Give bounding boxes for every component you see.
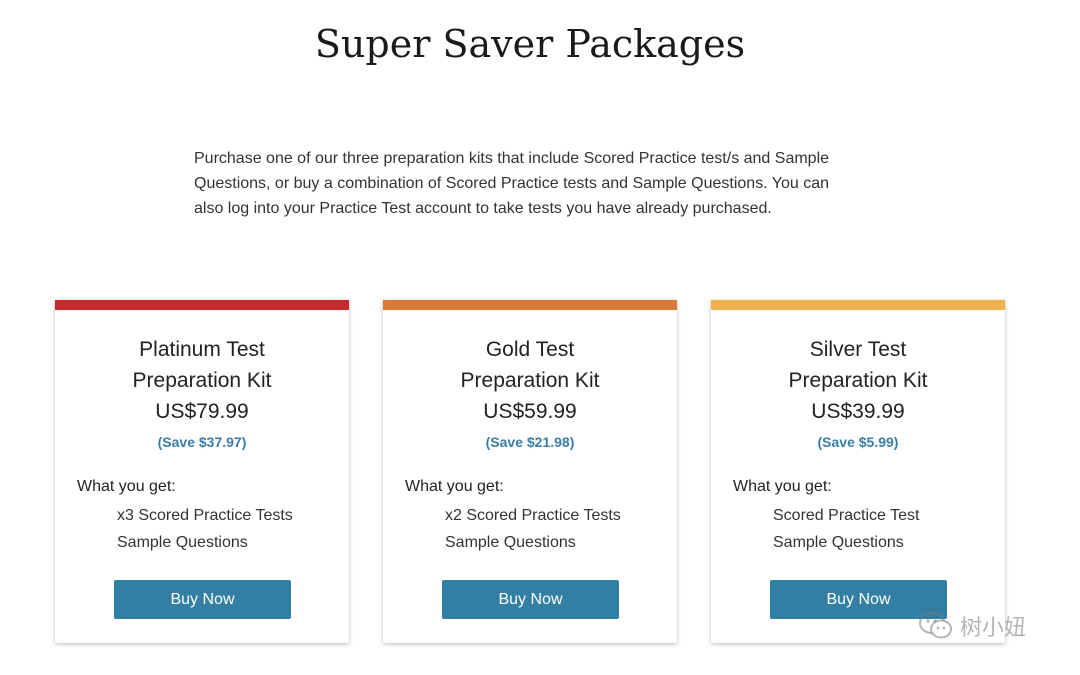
feature-item: x2 Scored Practice Tests xyxy=(445,507,621,524)
feature-item: Sample Questions xyxy=(445,534,576,551)
card-title-line2: Preparation Kit xyxy=(788,369,928,392)
page-title: Super Saver Packages xyxy=(314,22,746,66)
card-accent-bar xyxy=(55,300,349,310)
features-list: Scored Practice Test Sample Questions xyxy=(773,502,1005,556)
package-card-gold: Gold Test Preparation Kit US$59.99 (Save… xyxy=(383,300,677,643)
card-title-line2: Preparation Kit xyxy=(460,369,600,392)
feature-item: x3 Scored Practice Tests xyxy=(117,507,293,524)
card-price: US$59.99 xyxy=(483,400,577,423)
package-card-platinum: Platinum Test Preparation Kit US$79.99 (… xyxy=(55,300,349,643)
what-you-get-label: What you get: xyxy=(77,478,176,495)
card-accent-bar xyxy=(711,300,1005,310)
card-title: Gold Test Preparation Kit xyxy=(383,334,677,396)
features-list: x3 Scored Practice Tests Sample Question… xyxy=(117,502,349,556)
package-card-silver: Silver Test Preparation Kit US$39.99 (Sa… xyxy=(711,300,1005,643)
features-list: x2 Scored Practice Tests Sample Question… xyxy=(445,502,677,556)
buy-now-button-platinum[interactable]: Buy Now xyxy=(114,580,291,619)
buy-now-button-gold[interactable]: Buy Now xyxy=(442,580,619,619)
intro-text: Purchase one of our three preparation ki… xyxy=(194,150,830,217)
card-title-line2: Preparation Kit xyxy=(132,369,272,392)
card-title-line1: Platinum Test xyxy=(139,338,265,361)
feature-item: Sample Questions xyxy=(773,534,904,551)
card-title: Platinum Test Preparation Kit xyxy=(55,334,349,396)
card-price: US$79.99 xyxy=(155,400,249,423)
what-you-get-label: What you get: xyxy=(405,478,504,495)
page: Super Saver Packages Purchase one of our… xyxy=(0,0,1080,675)
card-title-line1: Gold Test xyxy=(485,338,575,361)
feature-item: Scored Practice Test xyxy=(773,507,920,524)
watermark: 树小妞 xyxy=(918,610,1026,642)
feature-item: Sample Questions xyxy=(117,534,248,551)
what-you-get-label: What you get: xyxy=(733,478,832,495)
card-price: US$39.99 xyxy=(811,400,905,423)
wechat-icon xyxy=(918,611,954,641)
watermark-text: 树小妞 xyxy=(960,616,1027,641)
card-title-line1: Silver Test xyxy=(809,338,907,361)
card-savings: (Save $21.98) xyxy=(485,434,575,450)
card-savings: (Save $5.99) xyxy=(817,434,899,450)
card-savings: (Save $37.97) xyxy=(157,434,247,450)
card-title: Silver Test Preparation Kit xyxy=(711,334,1005,396)
card-accent-bar xyxy=(383,300,677,310)
